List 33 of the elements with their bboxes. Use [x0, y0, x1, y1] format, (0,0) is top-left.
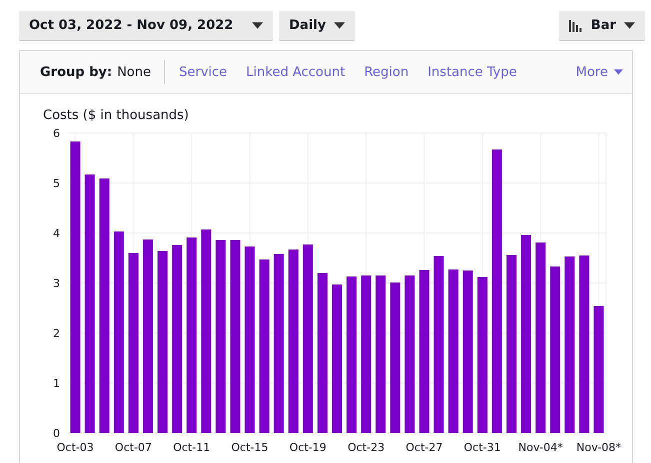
granularity-dropdown[interactable]: Daily [279, 11, 355, 41]
more-dropdown[interactable]: More [576, 64, 623, 80]
group-by-option[interactable]: Service [179, 64, 228, 80]
caret-icon [624, 22, 635, 29]
x-axis-label: Oct-27 [406, 441, 443, 454]
x-axis-label: Oct-11 [173, 441, 210, 454]
group-by-label: Group by: [40, 64, 112, 80]
chart-type-dropdown[interactable]: Bar [558, 11, 645, 41]
y-axis-label: 1 [53, 377, 60, 390]
x-axis-label: Oct-31 [464, 441, 501, 454]
chart-title: Costs ($ in thousands) [43, 108, 190, 123]
x-axis-label: Oct-07 [114, 441, 152, 454]
y-axis-label: 2 [53, 327, 60, 340]
y-axis-label: 4 [53, 227, 60, 240]
y-axis-label: 6 [53, 127, 60, 140]
bar-chart-icon [568, 20, 583, 32]
x-axis-label: Nov-04* [518, 441, 563, 454]
group-by-option[interactable]: Instance Type [428, 64, 517, 80]
group-by-option[interactable]: Linked Account [246, 64, 346, 80]
caret-icon [614, 69, 623, 75]
caret-icon [252, 22, 263, 29]
caret-icon [334, 22, 345, 29]
group-by-value: None [117, 64, 151, 80]
x-axis-label: Oct-15 [231, 441, 268, 454]
group-by-option[interactable]: Region [364, 64, 409, 80]
y-axis-label: 3 [53, 277, 60, 290]
y-axis-label: 0 [53, 427, 60, 440]
y-axis-label: 5 [53, 177, 60, 190]
x-axis-label: Oct-23 [348, 441, 385, 454]
date-range-dropdown[interactable]: Oct 03, 2022 - Nov 09, 2022 [19, 11, 273, 41]
x-axis-label: Oct-19 [289, 441, 326, 454]
x-axis-label: Nov-08* [576, 441, 622, 454]
x-axis-label: Oct-03 [56, 441, 94, 454]
